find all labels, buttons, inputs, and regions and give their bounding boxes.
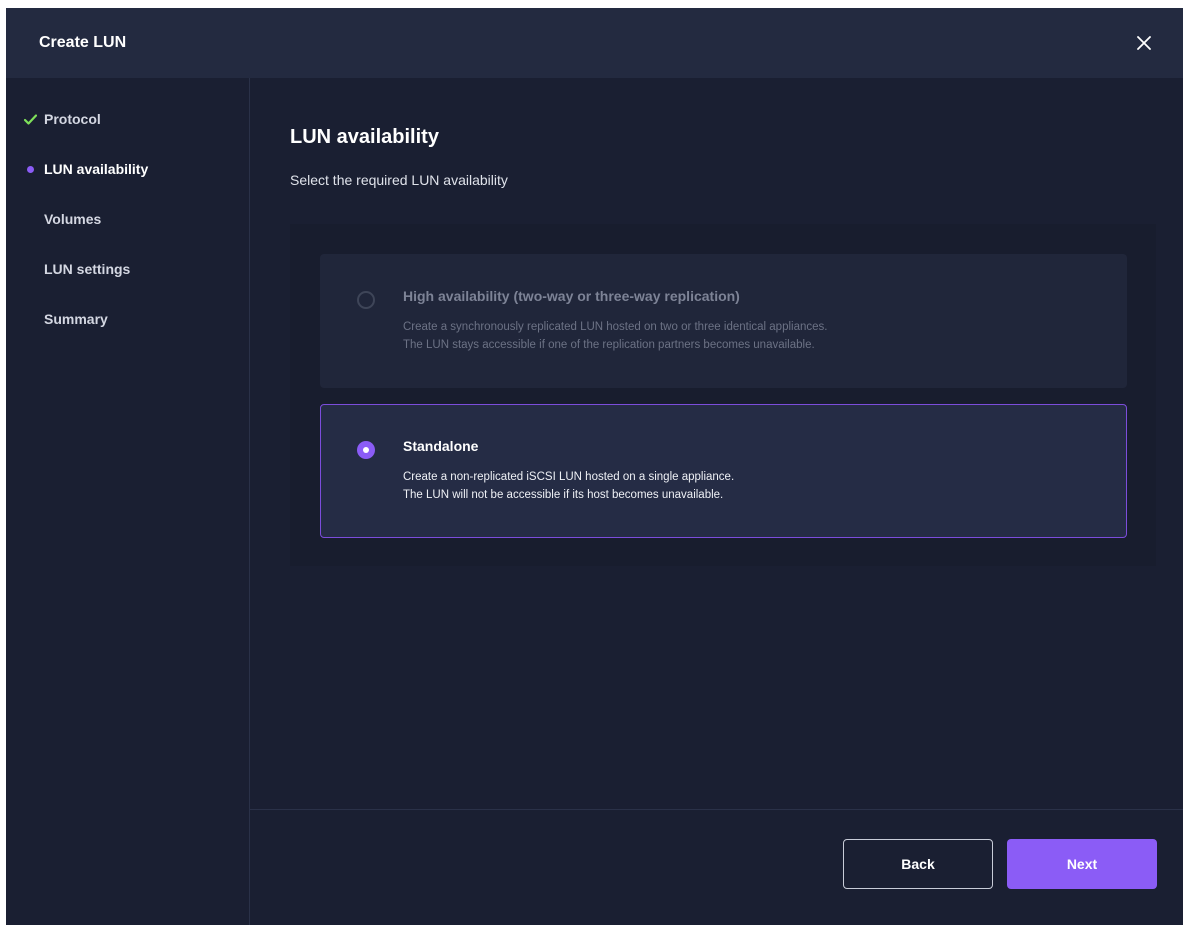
option-description-line: The LUN stays accessible if one of the r… [403, 339, 815, 351]
option-description-line: The LUN will not be accessible if its ho… [403, 489, 724, 501]
wizard-steps: Protocol LUN availability Volumes LUN se… [6, 78, 250, 925]
step-label: Summary [44, 311, 108, 327]
option-title: Standalone [403, 438, 479, 454]
close-icon[interactable] [1131, 30, 1157, 56]
dialog-footer: Back Next [250, 809, 1183, 925]
step-lun-settings[interactable]: LUN settings [24, 257, 130, 281]
option-description-line: Create a synchronously replicated LUN ho… [403, 321, 828, 333]
availability-options-panel: High availability (two-way or three-way … [290, 224, 1156, 566]
step-label: LUN settings [44, 261, 131, 277]
dialog-title: Create LUN [39, 34, 127, 51]
step-content: LUN availability Select the required LUN… [250, 78, 1183, 925]
step-lun-availability[interactable]: LUN availability [24, 157, 148, 181]
step-summary[interactable]: Summary [24, 307, 108, 331]
step-protocol[interactable]: Protocol [24, 107, 101, 131]
next-button[interactable]: Next [1007, 839, 1157, 889]
check-icon [24, 113, 44, 125]
option-description: Create a synchronously replicated LUN ho… [403, 318, 827, 354]
step-volumes[interactable]: Volumes [24, 207, 101, 231]
radio-high-availability[interactable] [357, 291, 375, 309]
option-standalone[interactable]: Standalone Create a non-replicated iSCSI… [320, 404, 1127, 538]
create-lun-dialog: Create LUN Protocol LUN availability Vol… [6, 8, 1183, 925]
page-subtitle: Select the required LUN availability [290, 172, 508, 188]
page-title: LUN availability [290, 126, 439, 148]
step-label: LUN availability [44, 161, 149, 177]
option-high-availability[interactable]: High availability (two-way or three-way … [320, 254, 1127, 388]
option-title: High availability (two-way or three-way … [403, 288, 740, 304]
dialog-header: Create LUN [6, 8, 1183, 78]
option-description: Create a non-replicated iSCSI LUN hosted… [403, 468, 734, 504]
option-description-line: Create a non-replicated iSCSI LUN hosted… [403, 471, 735, 483]
radio-standalone[interactable] [357, 441, 375, 459]
step-label: Volumes [44, 211, 102, 227]
active-dot-icon [24, 165, 44, 173]
step-label: Protocol [44, 111, 101, 127]
back-button[interactable]: Back [843, 839, 993, 889]
